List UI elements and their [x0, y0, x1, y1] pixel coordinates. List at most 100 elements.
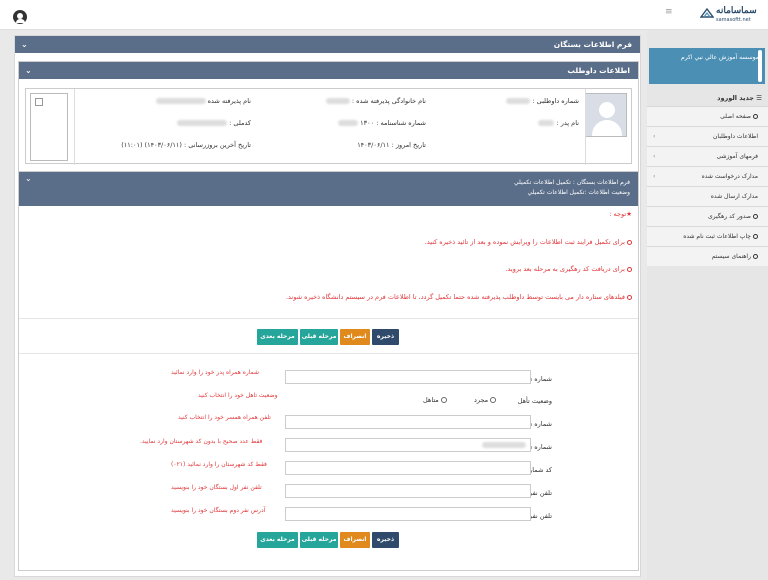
notice-item: فیلدهای ستاره دار می بایست توسط داوطلب پ… [286, 293, 632, 301]
divider [74, 89, 75, 165]
update-value: (۱۴۰۳/۰۶/۱۱) (۱۱:۰۱) [121, 141, 182, 149]
field-help: فقط کد شهرستان را وارد نمائید (۰۲۱) [171, 461, 267, 468]
today-label: تاریخ امروز : [391, 141, 426, 149]
marital-single-label: مجرد [474, 396, 489, 404]
notice-text: فیلدهای ستاره دار می بایست توسط داوطلب پ… [285, 293, 625, 301]
national-number: شماره شناسنامه : ۱۳۰۰ [246, 119, 426, 127]
field-help: شماره همراه پدر خود را وارد نمائید [171, 369, 260, 376]
spouse-mobile-input[interactable] [285, 415, 531, 429]
sidebar-item-tracking-code[interactable]: صدور کد رهگیری [647, 206, 768, 226]
sidebar-item-help[interactable]: راهنمای سیستم [647, 246, 768, 266]
sidebar-item-label: صفحه اصلی [720, 113, 751, 120]
applicant-id: شماره داوطلبی : [449, 97, 579, 105]
chevron-right-icon: › [653, 153, 656, 160]
save-button[interactable]: ذخیره [372, 532, 399, 548]
prev-step-button[interactable]: مرحله قبلی [300, 532, 338, 548]
father-mobile-input[interactable] [285, 370, 531, 384]
update-label: تاریخ آخرین بروزرسانی : [184, 141, 251, 149]
divider [585, 89, 586, 165]
next-step-button[interactable]: مرحله بعدی [257, 329, 298, 345]
notice-title-label: توجه : [609, 210, 627, 218]
applicant-id-label: شماره داوطلبی : [532, 97, 579, 105]
menu-toggle-icon[interactable]: ≡ [665, 8, 674, 17]
relative2-phone-input[interactable] [285, 507, 531, 521]
redacted-value [538, 120, 555, 126]
sidebar-item-sent-docs[interactable]: مدارک ارسال شده [647, 186, 768, 206]
next-step-button[interactable]: مرحله بعدی [257, 532, 298, 548]
section-data-status: وضعیت اطلاعات :تکمیل اطلاعات تکمیلي [527, 189, 630, 196]
form-title-bar[interactable]: فرم اطلاعات بستگان ⌄ [15, 36, 640, 53]
applicant-family: نام خانوادگی پذیرفته شده : [246, 97, 426, 105]
marital-married-label: متاهل [423, 396, 439, 404]
relative1-phone-input[interactable] [285, 484, 531, 498]
top-bar: ≡ سماسامانه samasoftt.net [0, 0, 768, 30]
sidebar-item-label: صدور کد رهگیری [707, 213, 751, 220]
circle-dot-icon [753, 234, 758, 239]
notice-title: ★توجه : [609, 210, 632, 218]
cancel-button[interactable]: انصراف [340, 329, 370, 345]
field-help: وضعیت تاهل خود را انتخاب کنید [198, 392, 278, 399]
notice-item: برای دریافت کد رهگیری به مرحله بعد بروید… [505, 265, 632, 273]
redacted-value [482, 442, 526, 448]
list-icon: ☰ [756, 94, 762, 102]
national-label: شماره شناسنامه : [376, 119, 426, 127]
national-value: ۱۳۰۰ [360, 119, 375, 127]
radio-icon [440, 397, 447, 403]
sidebar-item-print[interactable]: چاپ اطلاعات ثبت نام شده [647, 226, 768, 246]
applicant-info: شماره داوطلبی : نام خانوادگی پذیرفته شده… [25, 88, 632, 165]
institution-box: موسسه آموزش عالي نبي اکرم [649, 48, 765, 84]
sidebar: موسسه آموزش عالي نبي اکرم ☰ جدید الورود … [647, 30, 768, 580]
circle-dot-icon [753, 214, 758, 219]
divider [19, 318, 638, 319]
chevron-right-icon: › [653, 133, 656, 140]
relatives-panel: فرم اطلاعات بستگان : تکمیل اطلاعات تکمیل… [18, 171, 639, 571]
family-phone-code-input[interactable] [285, 461, 531, 475]
logo-mark-icon [700, 7, 714, 18]
chevron-down-icon[interactable]: ⌄ [21, 36, 28, 53]
field-help: تلفن نفر اول بستگان خود را بنویسید [171, 484, 262, 491]
institution-name: موسسه آموزش عالي نبي اکرم [680, 54, 759, 61]
sidebar-item-label: مدارک درخواست شده [701, 173, 758, 180]
chevron-down-icon[interactable]: ⌄ [25, 174, 32, 184]
circle-dot-icon [753, 254, 758, 259]
chevron-right-icon: › [653, 173, 656, 180]
applicant-title-bar[interactable]: اطلاعات داوطلب ⌄ [19, 62, 638, 79]
accepted-name: نام پذیرفته شده [81, 97, 251, 105]
cancel-button[interactable]: انصراف [340, 532, 370, 548]
sidebar-item-forms[interactable]: فرمهای آموزشی › [647, 146, 768, 166]
brand-sub: samasoftt.net [716, 17, 751, 23]
sidebar-menu-title[interactable]: ☰ جدید الورود [647, 90, 768, 106]
notice-text: برای تکمیل فرایند ثبت اطلاعات را ویرایش … [424, 238, 625, 246]
applicant-photo [585, 93, 627, 137]
family-phone-input[interactable] [285, 438, 531, 452]
user-account-icon[interactable] [13, 10, 27, 24]
field-help: تلفن همراه همسر خود را انتخاب کنید [178, 414, 271, 421]
redacted-value [338, 120, 359, 126]
sidebar-item-applicants[interactable]: اطلاعات داوطلبان › [647, 126, 768, 146]
institution-scrollbar[interactable] [758, 50, 762, 82]
save-button[interactable]: ذخیره [372, 329, 399, 345]
button-group-top: مرحله بعدی مرحله قبلی انصراف ذخیره [257, 329, 401, 345]
last-update-date: تاریخ آخرین بروزرسانی : (۱۴۰۳/۰۶/۱۱) (۱۱… [81, 141, 251, 149]
circle-dot-icon [627, 266, 632, 272]
sidebar-item-home[interactable]: صفحه اصلی [647, 106, 768, 126]
national-code: کدملی : [81, 119, 251, 127]
marital-married-option[interactable]: متاهل [423, 396, 447, 404]
circle-dot-icon [627, 239, 632, 245]
notice-item: برای تکمیل فرایند ثبت اطلاعات را ویرایش … [425, 238, 632, 246]
prev-step-button[interactable]: مرحله قبلی [300, 329, 338, 345]
section-status-bar[interactable]: فرم اطلاعات بستگان : تکمیل اطلاعات تکمیل… [19, 172, 638, 206]
code-label: کدملی : [229, 119, 251, 127]
sidebar-item-label: مدارک ارسال شده [710, 193, 758, 200]
applicant-title: اطلاعات داوطلب [567, 66, 630, 75]
redacted-value [325, 98, 350, 104]
sidebar-item-requested-docs[interactable]: مدارک درخواست شده › [647, 166, 768, 186]
chevron-down-icon[interactable]: ⌄ [25, 62, 32, 79]
brand-logo[interactable]: سماسامانه samasoftt.net [700, 6, 762, 24]
star-icon: ★ [626, 210, 632, 218]
sidebar-item-label: راهنمای سیستم [711, 253, 751, 260]
main-content: فرم اطلاعات بستگان ⌄ اطلاعات داوطلب ⌄ شم… [14, 35, 641, 577]
marital-single-option[interactable]: مجرد [474, 396, 497, 404]
sidebar-menu-title-label: جدید الورود [717, 94, 754, 102]
document-image [30, 93, 68, 161]
